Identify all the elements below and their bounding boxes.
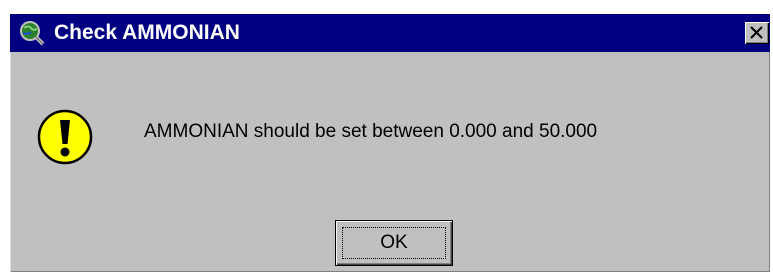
- close-button[interactable]: [745, 22, 769, 44]
- dialog-title: Check AMMONIAN: [54, 21, 240, 44]
- ok-button[interactable]: OK: [335, 220, 453, 266]
- message-dialog: Check AMMONIAN AMMONIAN should be set be…: [10, 14, 770, 272]
- close-icon: [750, 26, 763, 39]
- globe-magnifier-icon: [18, 19, 46, 47]
- exclamation-warning-icon: [37, 109, 93, 165]
- dialog-message: AMMONIAN should be set between 0.000 and…: [144, 121, 598, 142]
- ok-button-label: OK: [342, 227, 446, 259]
- title-bar[interactable]: Check AMMONIAN: [10, 14, 770, 52]
